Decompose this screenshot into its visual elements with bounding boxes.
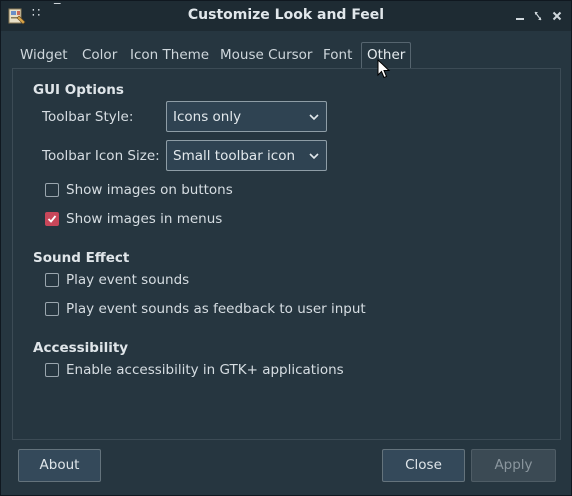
- play-event-sounds-label[interactable]: Play event sounds: [66, 272, 189, 288]
- tab-mouse-cursor[interactable]: Mouse Cursor: [220, 42, 312, 68]
- show-images-on-buttons-label[interactable]: Show images on buttons: [66, 182, 233, 198]
- toolbar-style-value: Icons only: [173, 109, 242, 125]
- maximize-icon[interactable]: [531, 9, 545, 23]
- toolbar-style-label: Toolbar Style:: [42, 109, 134, 125]
- gui-options-title: GUI Options: [33, 82, 124, 98]
- enable-accessibility-checkbox[interactable]: [45, 363, 59, 377]
- close-button[interactable]: Close: [382, 449, 465, 482]
- about-button[interactable]: About: [18, 449, 101, 482]
- window-menu-icon[interactable]: ∷: [32, 7, 44, 21]
- toolbar-style-select[interactable]: Icons only: [166, 101, 327, 132]
- tab-icon-theme[interactable]: Icon Theme: [130, 42, 209, 68]
- toolbar-icon-size-select[interactable]: Small toolbar icon: [166, 140, 327, 171]
- title-bar: ∷ ‾ Customize Look and Feel: [1, 1, 571, 31]
- show-images-on-buttons-checkbox[interactable]: [45, 183, 59, 197]
- toolbar-icon-size-label: Toolbar Icon Size:: [42, 148, 160, 164]
- close-icon[interactable]: [550, 9, 564, 23]
- play-event-sounds-checkbox[interactable]: [45, 273, 59, 287]
- play-feedback-sounds-checkbox[interactable]: [45, 302, 59, 316]
- enable-accessibility-label[interactable]: Enable accessibility in GTK+ application…: [66, 362, 344, 378]
- play-feedback-sounds-label[interactable]: Play event sounds as feedback to user in…: [66, 301, 366, 317]
- minimize-icon[interactable]: [513, 9, 527, 23]
- apply-button[interactable]: Apply: [471, 449, 556, 482]
- tab-widget[interactable]: Widget: [20, 42, 68, 68]
- chevron-down-icon: [309, 153, 319, 160]
- app-icon: [8, 8, 26, 25]
- show-images-in-menus-label[interactable]: Show images in menus: [66, 211, 222, 227]
- checkmark-icon: [47, 215, 57, 223]
- accessibility-title: Accessibility: [33, 340, 129, 356]
- tab-font[interactable]: Font: [323, 42, 352, 68]
- customize-window: ∷ ‾ Customize Look and Feel Widget Color…: [0, 0, 572, 496]
- shade-icon[interactable]: ‾: [54, 3, 62, 16]
- tab-color[interactable]: Color: [82, 42, 117, 68]
- toolbar-icon-size-value: Small toolbar icon: [173, 148, 296, 164]
- sound-effect-title: Sound Effect: [33, 250, 130, 266]
- mouse-pointer-icon: [377, 59, 391, 79]
- show-images-in-menus-checkbox[interactable]: [45, 212, 59, 226]
- chevron-down-icon: [309, 114, 319, 121]
- window-title: Customize Look and Feel: [187, 7, 385, 23]
